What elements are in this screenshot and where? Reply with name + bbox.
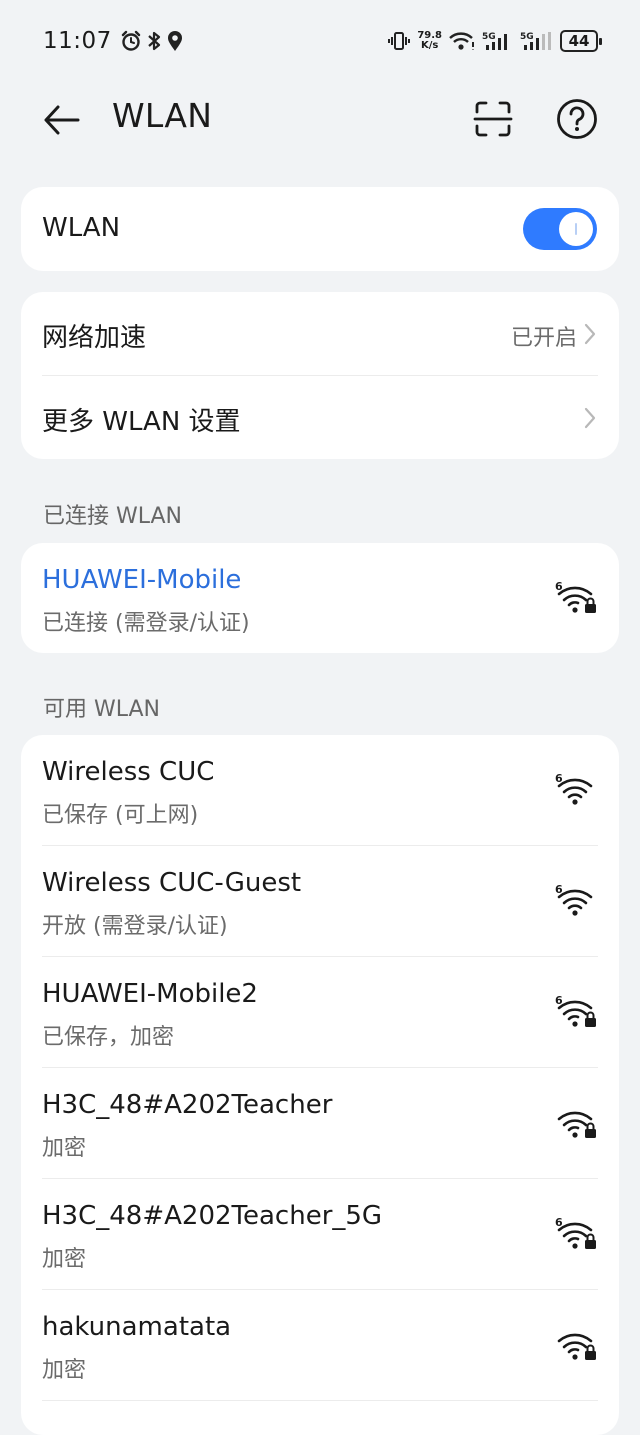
- help-circle-icon: [557, 99, 597, 139]
- more-wlan-settings-label: 更多 WLAN 设置: [42, 407, 241, 437]
- chevron-right-icon: [584, 407, 596, 429]
- network-name: Wireless CUC: [42, 757, 215, 787]
- wifi-6-icon: 6: [555, 883, 593, 916]
- network-name: HUAWEI-Mobile: [42, 565, 242, 595]
- page-title: WLAN: [112, 96, 213, 135]
- wifi-lock-icon: [557, 1111, 596, 1138]
- wlan-toggle-card: WLAN: [21, 187, 619, 271]
- toggle-knob: [559, 212, 593, 246]
- battery-indicator: 44: [560, 30, 602, 52]
- scan-icon: [473, 101, 513, 137]
- cellular-signal-2-icon: 5G: [520, 32, 551, 50]
- help-button[interactable]: [554, 98, 600, 140]
- alarm-icon: [121, 30, 140, 51]
- available-networks-card: Wireless CUC 已保存 (可上网) 6 Wireless CUC-Gu…: [21, 735, 619, 1435]
- wlan-toggle-switch[interactable]: [523, 208, 597, 250]
- network-name: hakunamatata: [42, 1312, 232, 1342]
- available-section-header: 可用 WLAN: [43, 697, 161, 722]
- network-item[interactable]: H3C_48#A202Teacher_5G 加密 6: [21, 1179, 619, 1290]
- network-status: 已连接 (需登录/认证): [42, 611, 250, 636]
- network-item[interactable]: hakunamatata 加密: [21, 1290, 619, 1401]
- network-name: H3C_48#A202Teacher_5G: [42, 1201, 383, 1231]
- network-status: 已保存，加密: [42, 1025, 175, 1050]
- row-divider: [42, 1400, 598, 1401]
- vibrate-icon: [388, 32, 411, 50]
- network-status: 加密: [42, 1247, 87, 1272]
- wifi-6-lock-icon: 6: [555, 1216, 596, 1249]
- status-bar: 11:07 79.8 K/s 5G 5G 44: [0, 0, 640, 82]
- net-speed: 79.8 K/s: [417, 30, 442, 51]
- status-time: 11:07: [43, 28, 112, 54]
- bluetooth-icon: [148, 31, 160, 51]
- settings-card: 网络加速 已开启 更多 WLAN 设置: [21, 292, 619, 459]
- network-name: HUAWEI-Mobile2: [42, 979, 258, 1009]
- scan-button[interactable]: [470, 98, 516, 140]
- back-button[interactable]: [40, 100, 84, 140]
- wifi-6-icon: 6: [555, 772, 593, 805]
- network-item[interactable]: H3C_48#A202Teacher 加密: [21, 1068, 619, 1179]
- chevron-right-icon: [584, 323, 596, 345]
- svg-text:5G: 5G: [520, 32, 534, 42]
- cellular-signal-1-icon: 5G: [482, 32, 507, 50]
- app-bar: WLAN: [0, 82, 640, 156]
- connected-network-card: HUAWEI-Mobile 已连接 (需登录/认证) 6: [21, 543, 619, 653]
- connected-network-item[interactable]: HUAWEI-Mobile 已连接 (需登录/认证) 6: [21, 543, 619, 654]
- location-icon: [167, 31, 182, 51]
- network-boost-row[interactable]: 网络加速 已开启: [21, 292, 619, 375]
- network-item[interactable]: Wireless CUC 已保存 (可上网) 6: [21, 735, 619, 846]
- wifi-6-lock-icon: 6: [555, 994, 596, 1027]
- network-status: 已保存 (可上网): [42, 803, 199, 828]
- network-item[interactable]: Wireless CUC-Guest 开放 (需登录/认证) 6: [21, 846, 619, 957]
- network-name: H3C_48#A202Teacher: [42, 1090, 333, 1120]
- network-boost-label: 网络加速: [42, 323, 147, 353]
- network-status: 加密: [42, 1136, 87, 1161]
- connected-section-header: 已连接 WLAN: [43, 504, 183, 529]
- arrow-left-icon: [44, 105, 80, 135]
- wifi-6-lock-icon: 6: [555, 580, 596, 613]
- network-name: Wireless CUC-Guest: [42, 868, 302, 898]
- wifi-status-icon: [449, 32, 474, 50]
- network-boost-value: 已开启: [510, 326, 577, 351]
- network-status: 开放 (需登录/认证): [42, 914, 228, 939]
- more-wlan-settings-row[interactable]: 更多 WLAN 设置: [21, 376, 619, 459]
- wlan-toggle-label: WLAN: [42, 213, 121, 243]
- network-status: 加密: [42, 1358, 87, 1383]
- wifi-lock-icon: [557, 1333, 596, 1360]
- network-item[interactable]: HUAWEI-Mobile2 已保存，加密 6: [21, 957, 619, 1068]
- svg-text:5G: 5G: [482, 32, 496, 42]
